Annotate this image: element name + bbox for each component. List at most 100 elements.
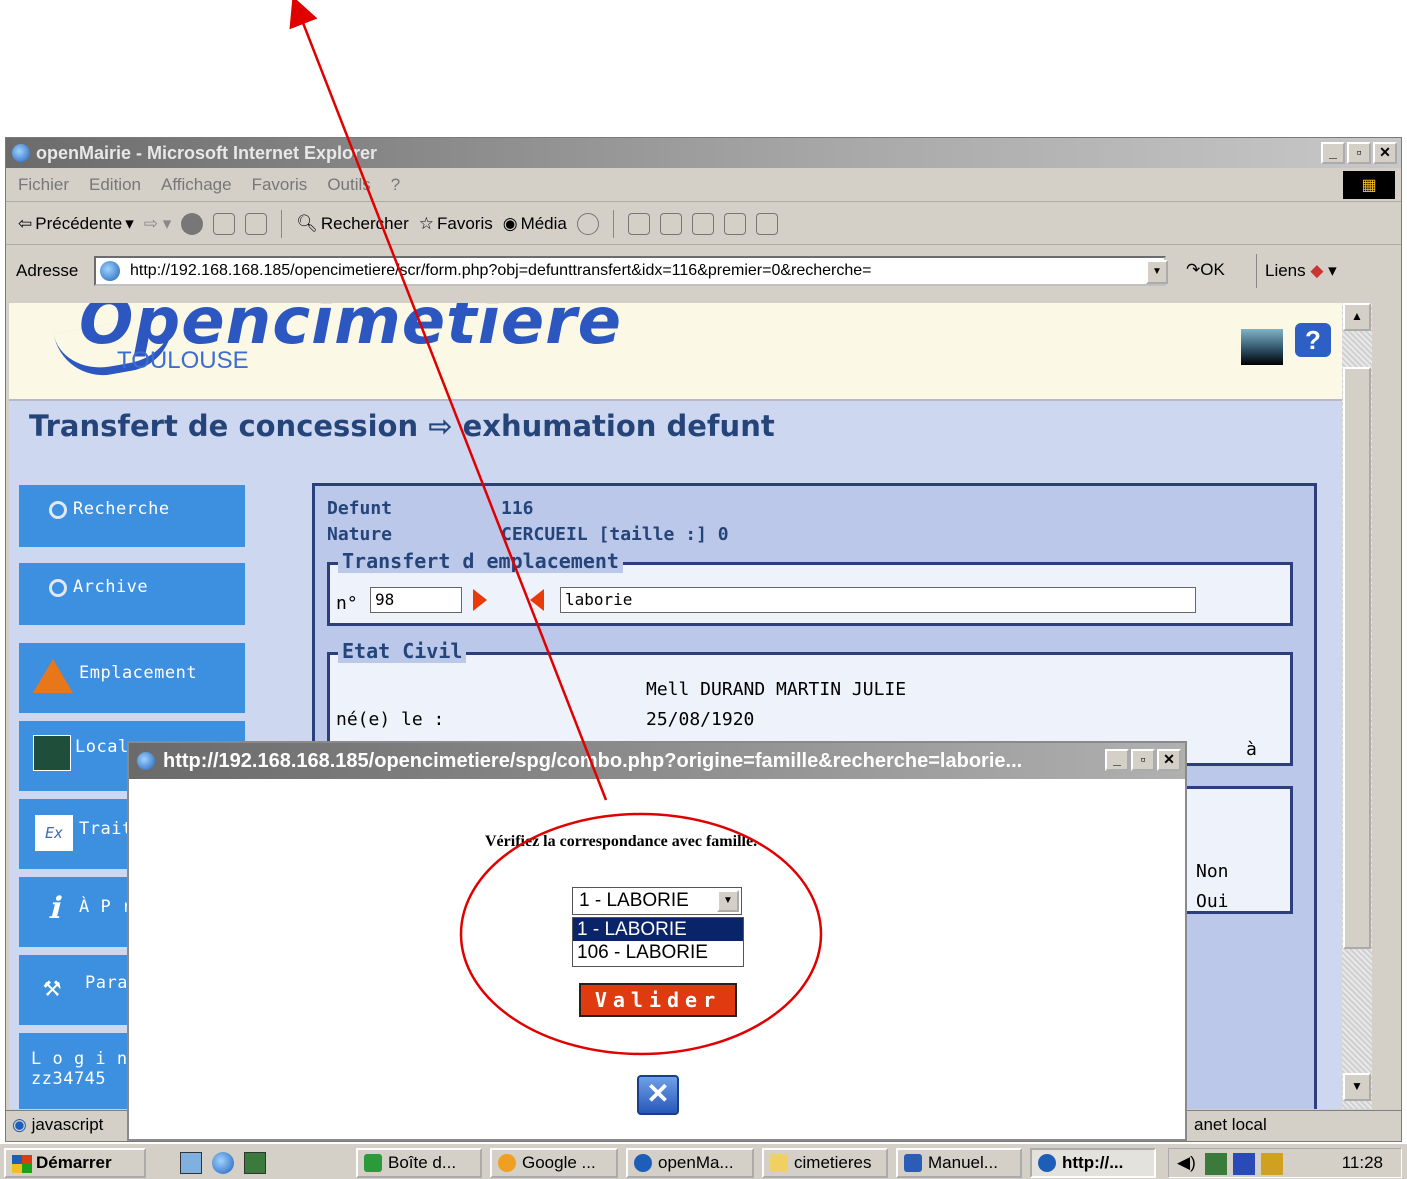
browser-titlebar[interactable]: openMairie - Microsoft Internet Explorer… xyxy=(6,138,1401,168)
search-label: Rechercher xyxy=(320,213,409,233)
history-icon[interactable] xyxy=(576,212,599,235)
links-button[interactable]: Liens ◆ ▾ xyxy=(1256,254,1337,288)
links-icon: ◆ xyxy=(1310,261,1324,280)
go-button[interactable]: ↷OK xyxy=(1186,260,1225,280)
scroll-down-button[interactable]: ▼ xyxy=(1343,1073,1371,1101)
url-input[interactable]: http://192.168.168.185/opencimetiere/scr… xyxy=(94,256,1166,286)
media-button[interactable]: ◉ Média xyxy=(503,214,567,234)
browser-title: openMairie - Microsoft Internet Explorer xyxy=(36,143,378,163)
task-http[interactable]: http://... xyxy=(1030,1148,1156,1178)
defunt-name: Mell DURAND MARTIN JULIE xyxy=(646,679,907,700)
back-button[interactable]: ⇦ Précédente ▾ xyxy=(18,214,134,234)
maximize-button[interactable]: ▫ xyxy=(1347,142,1371,164)
select-option[interactable]: 1 - LABORIE xyxy=(573,918,743,941)
forward-button[interactable]: ⇨ ▾ xyxy=(144,214,172,234)
shield-icon[interactable] xyxy=(1233,1153,1255,1175)
select-option[interactable]: 106 - LABORIE xyxy=(573,941,743,964)
ie-icon[interactable] xyxy=(212,1152,234,1174)
famille-input[interactable]: laborie xyxy=(560,587,1196,613)
close-button[interactable]: ✕ xyxy=(1373,142,1397,164)
print-icon[interactable] xyxy=(659,212,682,235)
emplacement-number-input[interactable]: 98 xyxy=(370,587,462,613)
mail-icon[interactable] xyxy=(627,212,650,235)
toolbar-separator xyxy=(281,209,283,238)
refresh-icon[interactable] xyxy=(213,212,236,235)
volume-icon[interactable]: ◀) xyxy=(1177,1153,1199,1175)
desktop-icon[interactable] xyxy=(180,1152,202,1174)
messenger-icon[interactable] xyxy=(755,212,778,235)
search-button[interactable]: 🔍︎ Rechercher xyxy=(296,214,408,234)
ie-icon xyxy=(137,752,155,770)
menu-fichier[interactable]: Fichier xyxy=(18,175,69,195)
close-button[interactable]: ✕ xyxy=(1157,749,1181,771)
sidebar-item-label: À P r xyxy=(79,897,133,917)
verify-message: Vérifiez la correspondance avec famille. xyxy=(485,833,758,850)
option-oui: Oui xyxy=(1196,891,1229,912)
browser-toolbar: ⇦ Précédente ▾ ⇨ ▾ 🔍︎ Rechercher ☆ Favor… xyxy=(6,203,1401,245)
famille-select[interactable]: 1 - LABORIE ▼ xyxy=(572,887,742,915)
task-cimetieres[interactable]: cimetieres xyxy=(762,1148,888,1178)
task-label: http://... xyxy=(1062,1153,1124,1172)
place-label: à xyxy=(1246,739,1257,760)
task-openmairie[interactable]: openMa... xyxy=(626,1148,754,1178)
landscape-icon[interactable] xyxy=(1241,329,1283,365)
scroll-up-button[interactable]: ▲ xyxy=(1343,303,1371,331)
popup-titlebar[interactable]: http://192.168.168.185/opencimetiere/spg… xyxy=(129,743,1185,779)
screenshot-root: openMairie - Microsoft Internet Explorer… xyxy=(0,0,1407,1179)
defunt-label: Defunt xyxy=(327,498,393,519)
app-header: Opencimetiere TOULOUSE ? xyxy=(9,303,1372,401)
edit-icon[interactable] xyxy=(691,212,714,235)
popup-window-controls: _ ▫ ✕ xyxy=(1105,749,1181,771)
arrow-left-icon[interactable] xyxy=(530,589,544,611)
task-google[interactable]: Google ... xyxy=(490,1148,618,1178)
page-title: Transfert de concession ⇨ exhumation def… xyxy=(29,409,775,443)
calendar-icon xyxy=(364,1154,382,1172)
ie-icon xyxy=(634,1154,652,1172)
tray-network-icon[interactable] xyxy=(1205,1153,1227,1175)
popup-window: http://192.168.168.185/opencimetiere/spg… xyxy=(127,741,1187,1141)
arrow-right-icon[interactable] xyxy=(473,589,487,611)
transfert-legend: Transfert d emplacement xyxy=(338,549,623,573)
back-label: Précédente xyxy=(35,213,123,233)
sidebar-item-archive[interactable]: Archive xyxy=(19,563,245,625)
sidebar-item-recherche[interactable]: Recherche xyxy=(19,485,245,547)
menu-affichage[interactable]: Affichage xyxy=(161,175,232,195)
task-label: Google ... xyxy=(522,1153,596,1172)
favorites-button[interactable]: ☆ Favoris xyxy=(419,214,493,234)
system-tray: ◀) 11:28 xyxy=(1168,1148,1402,1178)
close-icon[interactable]: ✕ xyxy=(637,1075,679,1115)
sidebar-item-label: Recherche xyxy=(73,499,170,519)
start-button[interactable]: Démarrer xyxy=(4,1148,146,1178)
maximize-button[interactable]: ▫ xyxy=(1131,749,1155,771)
minimize-button[interactable]: _ xyxy=(1105,749,1129,771)
help-icon[interactable]: ? xyxy=(1295,323,1331,357)
sidebar-item-emplacement[interactable]: Emplacement xyxy=(19,643,245,713)
home-icon[interactable] xyxy=(245,212,268,235)
valider-button[interactable]: Valider xyxy=(579,983,737,1017)
menu-outils[interactable]: Outils xyxy=(327,175,370,195)
pyramid-icon xyxy=(33,659,73,693)
status-left: ◉ javascript xyxy=(12,1115,103,1135)
stop-icon[interactable] xyxy=(181,212,204,235)
network-icon[interactable] xyxy=(244,1152,266,1174)
menu-edition[interactable]: Edition xyxy=(89,175,141,195)
scroll-thumb[interactable] xyxy=(1343,367,1371,949)
menu-help[interactable]: ? xyxy=(391,175,400,195)
windows-flag-icon xyxy=(12,1155,32,1173)
ie-icon xyxy=(1038,1154,1056,1172)
minimize-button[interactable]: _ xyxy=(1321,142,1345,164)
chevron-down-icon[interactable]: ▼ xyxy=(717,890,739,912)
street-sign-icon xyxy=(33,735,71,771)
url-dropdown-button[interactable]: ▼ xyxy=(1146,260,1168,284)
task-boite[interactable]: Boîte d... xyxy=(356,1148,482,1178)
discuss-icon[interactable] xyxy=(723,212,746,235)
task-manuel[interactable]: Manuel... xyxy=(896,1148,1022,1178)
media-icon: ◉ xyxy=(502,213,518,233)
vertical-scrollbar[interactable]: ▲ ▼ xyxy=(1342,303,1372,1109)
menu-favoris[interactable]: Favoris xyxy=(252,175,308,195)
task-label: Boîte d... xyxy=(388,1153,457,1172)
magnifier-icon xyxy=(49,501,67,519)
go-label: OK xyxy=(1200,260,1225,279)
google-icon xyxy=(498,1154,516,1172)
tray-app-icon[interactable] xyxy=(1261,1153,1283,1175)
